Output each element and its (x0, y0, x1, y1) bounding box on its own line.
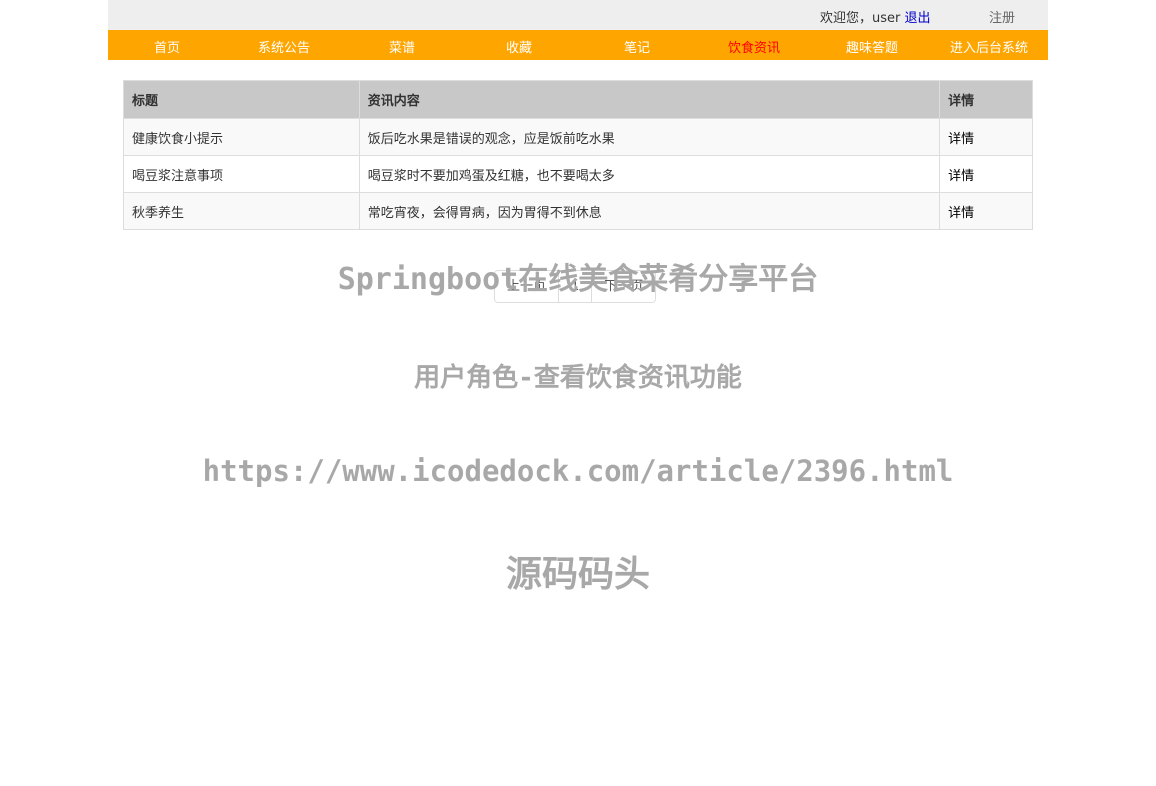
nav-item-admin[interactable]: 进入后台系统 (930, 37, 1048, 56)
row-title: 健康饮食小提示 (123, 118, 360, 156)
detail-link[interactable]: 详情 (939, 192, 1033, 230)
welcome-area: 欢迎您，user 退出 (820, 7, 931, 26)
nav-item-quiz[interactable]: 趣味答题 (813, 37, 931, 56)
welcome-text: 欢迎您，user (820, 11, 901, 26)
detail-link[interactable]: 详情 (939, 155, 1033, 193)
table-row: 秋季养生 常吃宵夜，会得胃病，因为胃得不到休息 详情 (123, 192, 1033, 230)
watermark-subtitle: 用户角色-查看饮食资讯功能 (414, 363, 742, 393)
logout-link[interactable]: 退出 (905, 11, 931, 26)
row-content: 喝豆浆时不要加鸡蛋及红糖，也不要喝太多 (358, 155, 941, 193)
table-header-row: 标题 资讯内容 详情 (123, 80, 1033, 119)
nav-item-home[interactable]: 首页 (108, 37, 226, 56)
table-row: 喝豆浆注意事项 喝豆浆时不要加鸡蛋及红糖，也不要喝太多 详情 (123, 155, 1033, 193)
row-title: 喝豆浆注意事项 (123, 155, 360, 193)
watermark-url: https://www.icodedock.com/article/2396.h… (202, 454, 954, 488)
news-table: 标题 资讯内容 详情 健康饮食小提示 饭后吃水果是错误的观念，应是饭前吃水果 详… (123, 80, 1033, 230)
detail-link[interactable]: 详情 (939, 118, 1033, 156)
row-content: 常吃宵夜，会得胃病，因为胃得不到休息 (358, 192, 941, 230)
top-bar: 欢迎您，user 退出 注册 (108, 0, 1048, 30)
main-nav: 首页 系统公告 菜谱 收藏 笔记 饮食资讯 趣味答题 进入后台系统 (108, 30, 1048, 60)
header-content: 资讯内容 (358, 80, 941, 119)
register-link[interactable]: 注册 (989, 7, 1015, 26)
watermark-brand: 源码码头 (505, 554, 650, 595)
watermark-title: Springboot在线美食菜肴分享平台 (337, 262, 819, 297)
nav-item-diet-news[interactable]: 饮食资讯 (695, 37, 813, 56)
header-title: 标题 (123, 80, 360, 119)
row-title: 秋季养生 (123, 192, 360, 230)
nav-item-announcements[interactable]: 系统公告 (225, 37, 343, 56)
header-detail: 详情 (939, 80, 1033, 119)
nav-item-notes[interactable]: 笔记 (578, 37, 696, 56)
nav-item-recipes[interactable]: 菜谱 (343, 37, 461, 56)
table-row: 健康饮食小提示 饭后吃水果是错误的观念，应是饭前吃水果 详情 (123, 118, 1033, 156)
nav-item-favorites[interactable]: 收藏 (460, 37, 578, 56)
row-content: 饭后吃水果是错误的观念，应是饭前吃水果 (358, 118, 941, 156)
